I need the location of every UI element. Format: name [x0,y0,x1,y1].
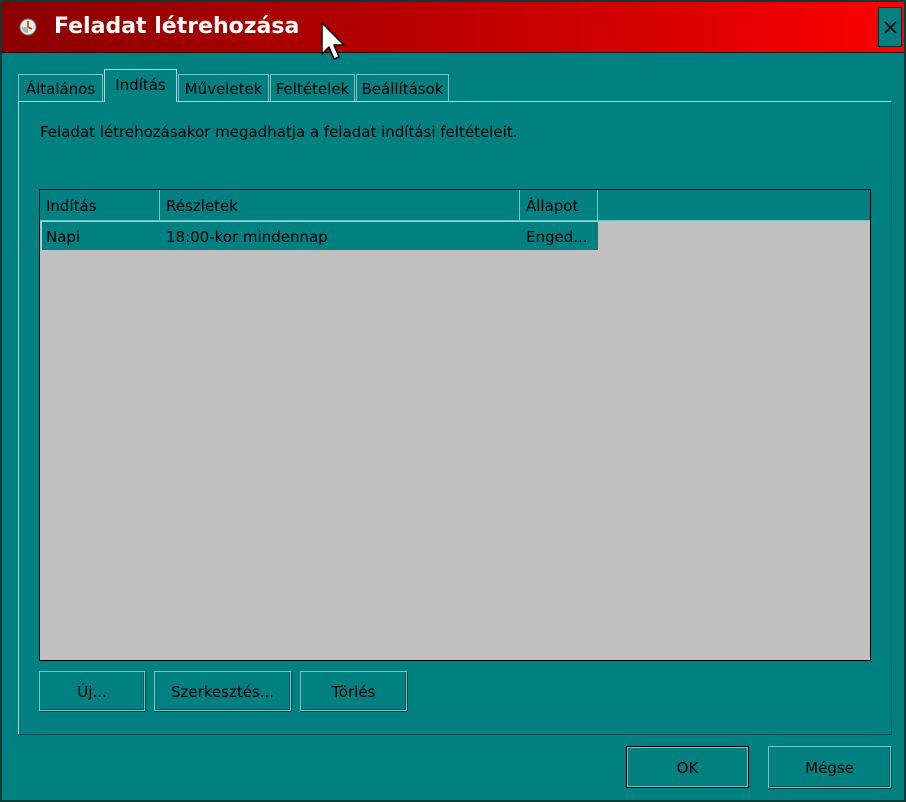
list-header: Indítás Részletek Állapot [40,190,870,221]
triggers-list[interactable]: Indítás Részletek Állapot Napi 18:00-kor… [39,189,871,661]
title-bar[interactable]: Feladat létrehozása [2,2,904,53]
column-header-details[interactable]: Részletek [160,190,520,220]
cell-details: 18:00-kor mindennap [166,228,328,246]
cell-trigger: Napi [46,228,81,246]
mouse-pointer-icon [321,22,345,60]
column-header-status[interactable]: Állapot [520,190,598,220]
tab-general[interactable]: Általános [18,74,103,102]
tab-triggers[interactable]: Indítás [104,69,177,102]
clock-icon [18,17,38,37]
column-header-trigger[interactable]: Indítás [40,190,160,220]
edit-trigger-button[interactable]: Szerkesztés... [154,671,291,711]
tab-conditions[interactable]: Feltételek [270,74,355,102]
triggers-description: Feladat létrehozásakor megadhatja a fela… [40,123,518,141]
close-icon [884,21,897,34]
close-button[interactable] [878,7,902,47]
cell-status: Enged... [526,228,588,246]
window-title: Feladat létrehozása [54,14,300,39]
tab-actions[interactable]: Műveletek [178,74,269,102]
delete-trigger-button[interactable]: Törlés [300,671,407,711]
ok-button[interactable]: OK [626,746,749,788]
new-trigger-button[interactable]: Új... [39,671,145,711]
tab-settings[interactable]: Beállítások [356,74,449,102]
create-task-dialog: Feladat létrehozása Általános Indítás Mű… [0,0,906,802]
table-row[interactable]: Napi 18:00-kor mindennap Enged... [42,222,598,250]
cancel-button[interactable]: Mégse [768,746,891,788]
